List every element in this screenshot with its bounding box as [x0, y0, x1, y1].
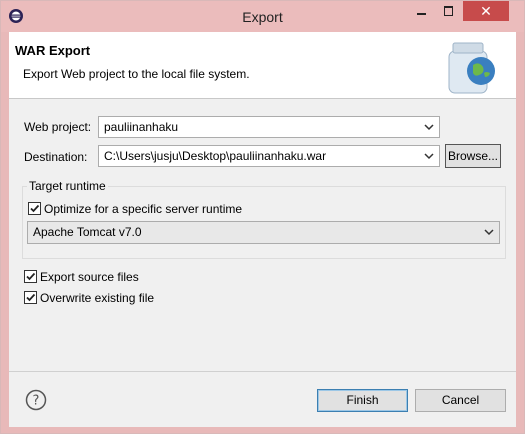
web-project-dropdown[interactable]: pauliinanhaku [98, 116, 440, 138]
overwrite-label[interactable]: Overwrite existing file [40, 291, 154, 305]
optimize-label[interactable]: Optimize for a specific server runtime [44, 202, 242, 216]
wizard-title: WAR Export [15, 43, 91, 58]
checkmark-icon [30, 204, 40, 213]
chevron-down-icon [424, 124, 434, 131]
close-button[interactable]: ✕ [463, 1, 509, 21]
browse-button[interactable]: Browse... [445, 144, 501, 168]
web-project-value: pauliinanhaku [104, 120, 179, 134]
title-bar[interactable]: Export ✕ [1, 1, 524, 32]
server-runtime-value: Apache Tomcat v7.0 [33, 225, 142, 239]
server-runtime-dropdown[interactable]: Apache Tomcat v7.0 [27, 221, 500, 244]
wizard-header: WAR Export Export Web project to the loc… [9, 32, 516, 99]
maximize-button[interactable] [435, 1, 462, 21]
destination-label: Destination: [24, 150, 88, 164]
optimize-checkbox[interactable] [28, 202, 41, 215]
destination-combo[interactable]: C:\Users\jusju\Desktop\pauliinanhaku.war [98, 145, 440, 167]
export-source-checkbox[interactable] [24, 270, 37, 283]
chevron-down-icon [424, 153, 434, 160]
finish-button[interactable]: Finish [317, 389, 408, 412]
export-source-label[interactable]: Export source files [40, 270, 139, 284]
wizard-description: Export Web project to the local file sys… [23, 67, 250, 81]
web-project-label: Web project: [24, 120, 92, 134]
war-jar-globe-icon [448, 42, 495, 94]
cancel-button[interactable]: Cancel [415, 389, 506, 412]
export-dialog-window: Export ✕ WAR Export Export Web project t… [0, 0, 525, 434]
checkmark-icon [26, 272, 36, 281]
checkmark-icon [26, 293, 36, 302]
footer-separator [9, 371, 516, 372]
chevron-down-icon [484, 229, 494, 236]
target-runtime-title: Target runtime [27, 179, 108, 193]
svg-text:?: ? [33, 394, 40, 409]
overwrite-checkbox[interactable] [24, 291, 37, 304]
dialog-client-area: WAR Export Export Web project to the loc… [9, 32, 516, 427]
help-icon[interactable]: ? [25, 389, 47, 411]
destination-value: C:\Users\jusju\Desktop\pauliinanhaku.war [104, 149, 327, 163]
minimize-button[interactable] [408, 1, 434, 21]
